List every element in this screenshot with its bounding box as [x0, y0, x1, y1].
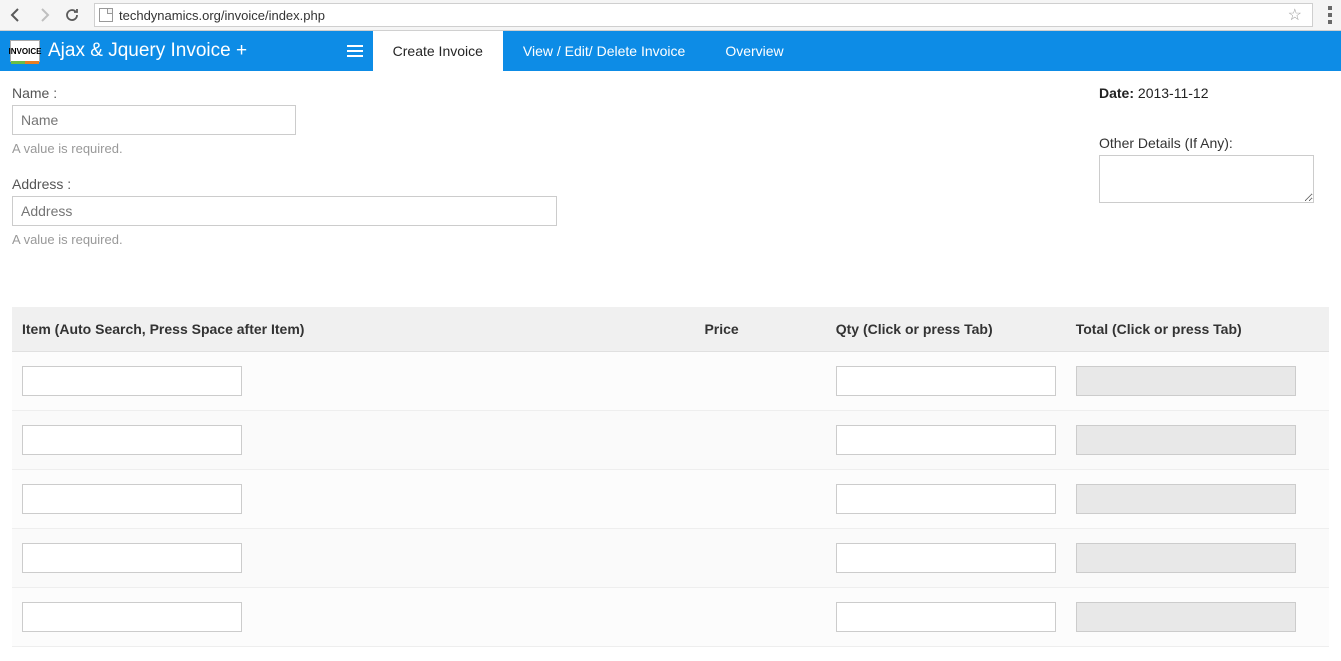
qty-input[interactable] — [836, 366, 1056, 396]
other-details-textarea[interactable] — [1099, 155, 1314, 203]
tab-view-edit-delete[interactable]: View / Edit/ Delete Invoice — [503, 31, 705, 71]
table-row — [12, 411, 1329, 470]
date-label: Date: — [1099, 85, 1134, 101]
app-logo: INVOICE — [10, 40, 40, 62]
price-cell — [694, 529, 825, 588]
qty-input[interactable] — [836, 484, 1056, 514]
table-row — [12, 529, 1329, 588]
item-input[interactable] — [22, 366, 242, 396]
invoice-items-table: Item (Auto Search, Press Space after Ite… — [12, 307, 1329, 647]
tab-create-invoice[interactable]: Create Invoice — [373, 31, 503, 71]
total-input[interactable] — [1076, 484, 1296, 514]
tab-overview[interactable]: Overview — [705, 31, 803, 71]
th-qty: Qty (Click or press Tab) — [826, 307, 1066, 352]
item-input[interactable] — [22, 543, 242, 573]
page-content: Name : A value is required. Address : A … — [0, 71, 1341, 661]
nav-tabs: Create Invoice View / Edit/ Delete Invoi… — [373, 31, 804, 71]
address-input[interactable] — [12, 196, 557, 226]
table-row — [12, 470, 1329, 529]
url-text: techdynamics.org/invoice/index.php — [119, 8, 1282, 23]
address-label: Address : — [12, 176, 572, 192]
th-price: Price — [694, 307, 825, 352]
app-title: Ajax & Jquery Invoice + — [48, 40, 247, 62]
date-value: 2013-11-12 — [1138, 85, 1209, 101]
back-button[interactable] — [4, 3, 28, 27]
qty-input[interactable] — [836, 543, 1056, 573]
total-input[interactable] — [1076, 602, 1296, 632]
table-row — [12, 352, 1329, 411]
name-label: Name : — [12, 85, 572, 101]
total-input[interactable] — [1076, 366, 1296, 396]
total-input[interactable] — [1076, 543, 1296, 573]
name-error: A value is required. — [12, 141, 572, 156]
price-cell — [694, 411, 825, 470]
price-cell — [694, 352, 825, 411]
forward-button[interactable] — [32, 3, 56, 27]
th-total: Total (Click or press Tab) — [1066, 307, 1329, 352]
item-input[interactable] — [22, 484, 242, 514]
page-icon — [99, 8, 113, 22]
date-row: Date: 2013-11-12 — [1099, 85, 1329, 101]
th-item: Item (Auto Search, Press Space after Ite… — [12, 307, 694, 352]
total-input[interactable] — [1076, 425, 1296, 455]
other-details-label: Other Details (If Any): — [1099, 135, 1329, 151]
address-bar[interactable]: techdynamics.org/invoice/index.php ☆ — [94, 3, 1313, 27]
price-cell — [694, 470, 825, 529]
name-input[interactable] — [12, 105, 296, 135]
table-row — [12, 588, 1329, 647]
price-cell — [694, 588, 825, 647]
address-error: A value is required. — [12, 232, 572, 247]
browser-toolbar: techdynamics.org/invoice/index.php ☆ — [0, 0, 1341, 31]
item-input[interactable] — [22, 425, 242, 455]
hamburger-icon[interactable] — [337, 31, 373, 71]
app-header: INVOICE Ajax & Jquery Invoice + Create I… — [0, 31, 1341, 71]
browser-menu-icon[interactable] — [1323, 3, 1337, 27]
item-input[interactable] — [22, 602, 242, 632]
qty-input[interactable] — [836, 425, 1056, 455]
bookmark-star-icon[interactable]: ☆ — [1282, 5, 1308, 25]
reload-button[interactable] — [60, 3, 84, 27]
qty-input[interactable] — [836, 602, 1056, 632]
